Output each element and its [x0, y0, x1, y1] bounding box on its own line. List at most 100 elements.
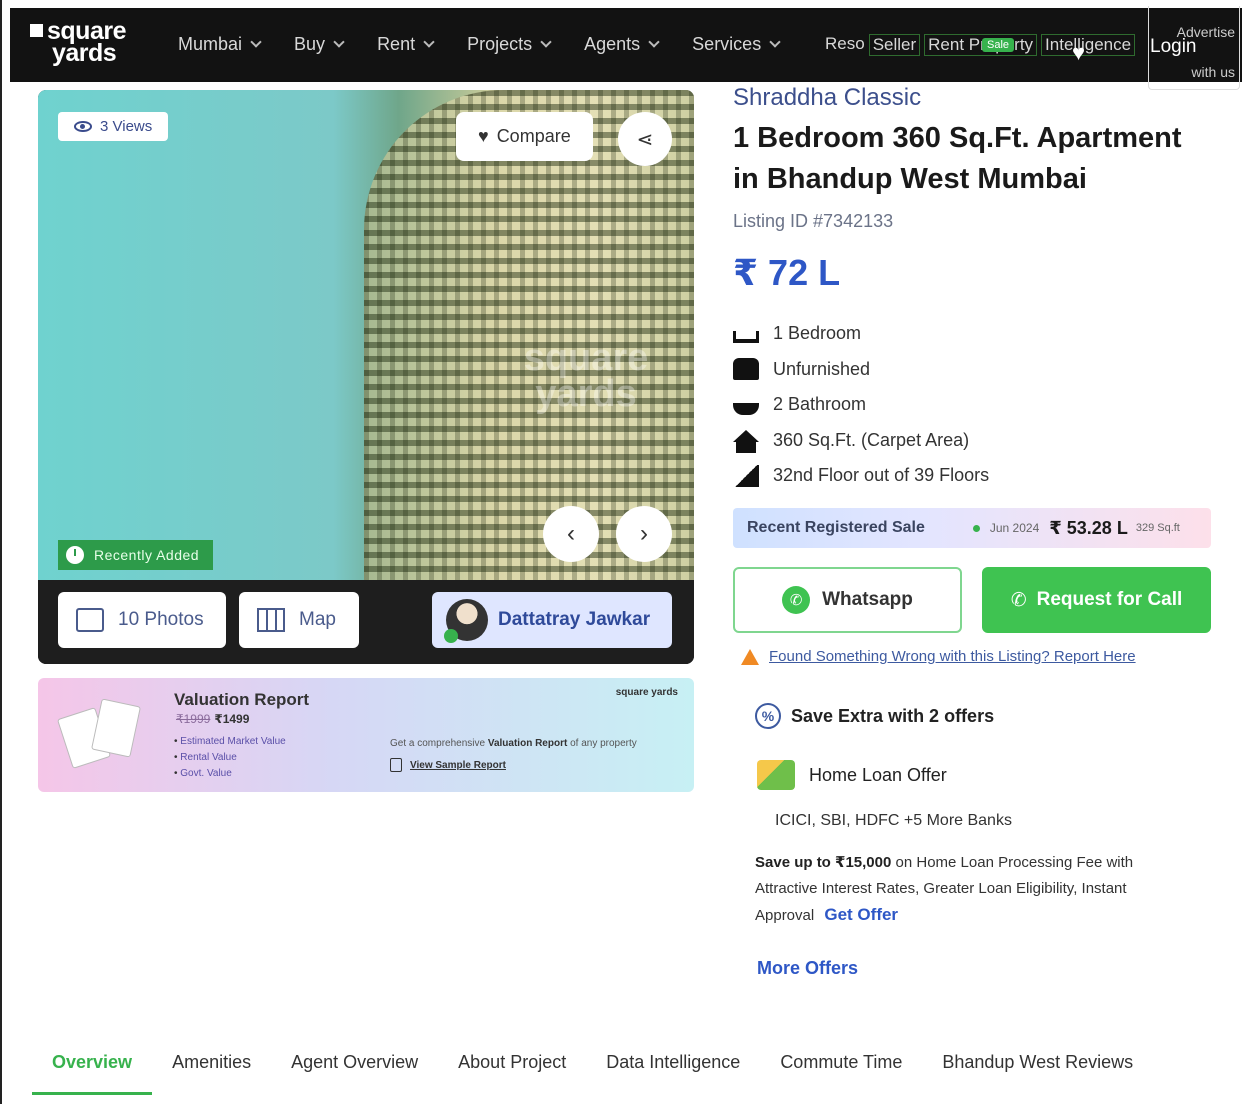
bed-icon: [733, 330, 759, 343]
listing-id: Listing ID #7342133: [733, 211, 894, 231]
prev-photo-button[interactable]: ‹: [543, 506, 599, 562]
nav-extra-links: Reso Seller Rent Property Intelligence: [825, 34, 1136, 56]
view-sample-report-link[interactable]: View Sample Report: [390, 758, 506, 772]
chevron-down-icon: [648, 36, 660, 48]
whatsapp-button[interactable]: ✆ Whatsapp: [733, 567, 962, 633]
advertise-button[interactable]: Advertise with us: [1148, 6, 1240, 90]
heart-icon[interactable]: ♥: [1072, 40, 1085, 66]
clock-icon: [66, 546, 84, 564]
request-call-button[interactable]: ✆ Request for Call: [982, 567, 1211, 633]
sale-badge: Sale: [982, 38, 1015, 52]
photos-button[interactable]: 10 Photos: [58, 592, 226, 648]
nav-projects[interactable]: Projects: [467, 34, 552, 55]
tab-overview[interactable]: Overview: [32, 1046, 153, 1099]
money-icon: [757, 760, 795, 790]
feature-area: 360 Sq.Ft. (Carpet Area): [733, 423, 989, 459]
valuation-features: Estimated Market Value Rental Value Govt…: [174, 734, 286, 782]
bathtub-icon: [733, 402, 759, 415]
status-dot-icon: [972, 524, 980, 532]
views-badge: 3 Views: [58, 112, 169, 141]
property-photo[interactable]: square yards: [38, 90, 694, 580]
home-loan-description: Save up to ₹15,000 on Home Loan Processi…: [755, 854, 1134, 924]
document-icon: [390, 758, 402, 772]
recent-registered-sale[interactable]: Recent Registered Sale Jun 2024 ₹ 53.28 …: [733, 508, 1211, 548]
feature-floor: 32nd Floor out of 39 Floors: [733, 458, 989, 494]
top-navbar: square yards Mumbai Buy Rent Projects Ag…: [10, 8, 1242, 82]
report-listing-link[interactable]: Found Something Wrong with this Listing?…: [741, 648, 1136, 665]
agent-name: Dattatray Jawkar: [498, 609, 651, 630]
list-item: Estimated Market Value: [174, 734, 285, 750]
main-nav: Mumbai Buy Rent Projects Agents Services: [178, 34, 813, 55]
nav-rent-property[interactable]: Rent Property: [924, 34, 1038, 56]
tab-data-intelligence[interactable]: Data Intelligence: [586, 1046, 760, 1099]
home-icon: [733, 430, 759, 454]
valuation-brand-logo: square yards: [615, 687, 678, 698]
discount-icon: %: [755, 703, 781, 729]
share-icon: ⋖: [636, 128, 654, 151]
tab-agent-overview[interactable]: Agent Overview: [271, 1046, 438, 1099]
nav-rent[interactable]: Rent: [377, 34, 435, 55]
heart-icon: ♥: [478, 126, 489, 146]
recent-sale-price: ₹ 53.28 L: [1049, 517, 1128, 538]
nav-reso[interactable]: Reso: [825, 34, 865, 56]
map-icon: [257, 608, 285, 632]
tab-reviews[interactable]: Bhandup West Reviews: [922, 1046, 1153, 1099]
report-illustration: [56, 698, 141, 769]
recent-sale-area: 329 Sq.ft: [1135, 522, 1180, 534]
whatsapp-icon: ✆: [782, 586, 811, 614]
nav-agents[interactable]: Agents: [584, 34, 660, 55]
agent-avatar: [444, 599, 488, 643]
eye-icon: [74, 121, 92, 132]
get-offer-link[interactable]: Get Offer: [824, 905, 898, 924]
nav-mumbai[interactable]: Mumbai: [178, 34, 262, 55]
agent-card[interactable]: Dattatray Jawkar: [432, 592, 672, 648]
recent-sale-date: Jun 2024: [989, 521, 1040, 535]
share-button[interactable]: ⋖: [618, 112, 672, 166]
site-logo[interactable]: square yards: [30, 19, 126, 66]
more-offers-link[interactable]: More Offers: [757, 958, 858, 979]
next-photo-button[interactable]: ›: [616, 506, 672, 562]
bank-list: ICICI, SBI, HDFC +5 More Banks: [775, 812, 1012, 829]
feature-list: 1 Bedroom Unfurnished 2 Bathroom 360 Sq.…: [733, 316, 989, 494]
valuation-price: ₹1999 ₹1499: [176, 712, 249, 726]
chevron-down-icon: [250, 36, 262, 48]
feature-bathrooms: 2 Bathroom: [733, 387, 989, 423]
offers-heading: % Save Extra with 2 offers: [755, 703, 994, 729]
listing-price: ₹ 72 L: [733, 252, 841, 293]
project-name[interactable]: Shraddha Classic: [733, 84, 921, 112]
valuation-new-price: ₹1499: [214, 712, 250, 726]
nav-intelligence[interactable]: Intelligence: [1041, 34, 1136, 56]
nav-buy[interactable]: Buy: [294, 34, 345, 55]
valuation-old-price: ₹1999: [176, 712, 211, 726]
recent-sale-label: Recent Registered Sale: [747, 519, 925, 536]
listing-title: 1 Bedroom 360 Sq.Ft. Apartment in Bhandu…: [733, 122, 1182, 195]
stairs-icon: [733, 464, 759, 487]
chevron-right-icon: ›: [640, 520, 648, 547]
compare-button[interactable]: ♥ Compare: [456, 112, 593, 161]
tab-about-project[interactable]: About Project: [438, 1046, 586, 1099]
page: square yards Mumbai Buy Rent Projects Ag…: [0, 0, 1242, 1104]
tab-commute-time[interactable]: Commute Time: [760, 1046, 922, 1099]
chevron-down-icon: [769, 36, 781, 48]
chevron-down-icon: [540, 36, 552, 48]
phone-icon: ✆: [1010, 589, 1027, 611]
chevron-left-icon: ‹: [567, 520, 575, 547]
warning-icon: [741, 648, 759, 665]
gallery-bottom-bar: 10 Photos Map Dattatray Jawkar: [38, 580, 694, 664]
photo-icon: [76, 608, 104, 632]
nav-seller[interactable]: Seller: [868, 34, 921, 56]
map-button[interactable]: Map: [239, 592, 359, 648]
valuation-description: Get a comprehensive Valuation Report of …: [390, 738, 637, 749]
chevron-down-icon: [333, 36, 345, 48]
list-item: Rental Value: [174, 750, 286, 766]
feature-furnishing: Unfurnished: [733, 352, 989, 388]
home-loan-offer-title: Home Loan Offer: [757, 760, 947, 790]
property-gallery: square yards 3 Views ♥ Compare ⋖ Recentl…: [38, 90, 694, 664]
logo-square-icon: [30, 24, 43, 37]
tab-amenities[interactable]: Amenities: [152, 1046, 271, 1099]
list-item: Govt. Value: [174, 766, 286, 782]
chevron-down-icon: [423, 36, 435, 48]
nav-services[interactable]: Services: [692, 34, 781, 55]
valuation-title: Valuation Report: [174, 690, 310, 709]
valuation-report-banner[interactable]: Valuation Report ₹1999₹1499 Estimated Ma…: [38, 678, 694, 792]
